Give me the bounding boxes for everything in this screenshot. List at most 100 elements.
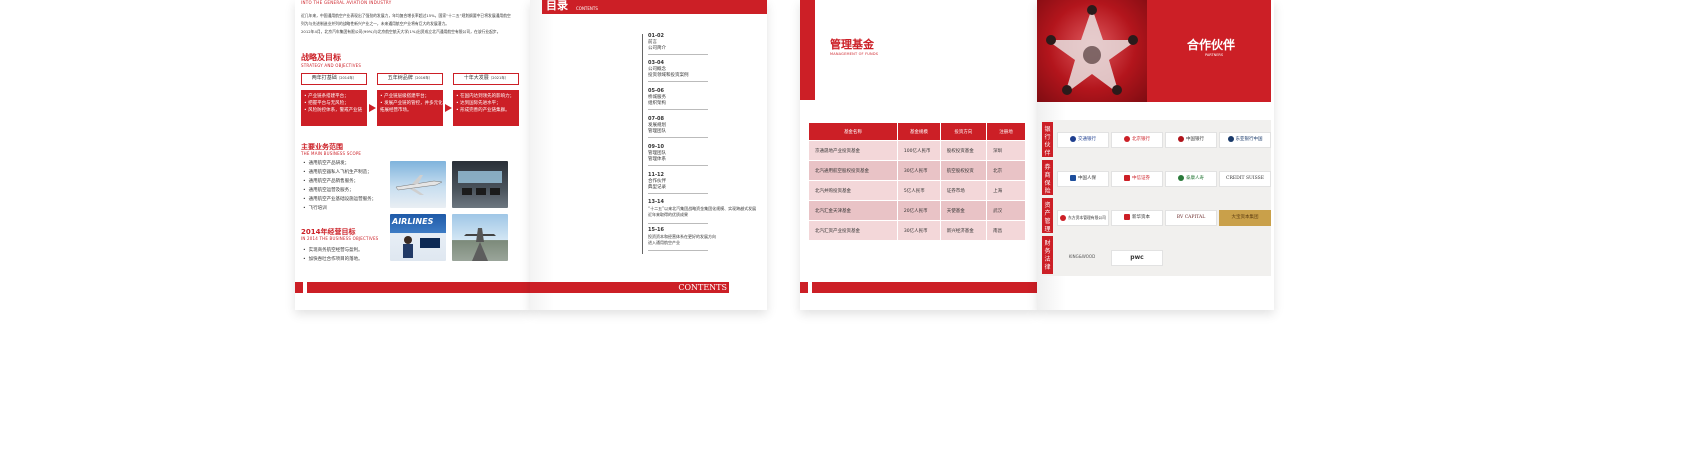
phase-line: • 产业链层级搭建平台；	[380, 94, 430, 99]
bank-logo-icon	[1178, 135, 1184, 142]
column-header: 注册地	[986, 122, 1026, 141]
goal-subtitle: IN 2014 THE BUSINESS OBJECTIVES	[301, 236, 379, 241]
table-cell: 武汉	[986, 200, 1026, 221]
column-header: 投资方向	[939, 122, 988, 141]
scope-item: 通用航空产品销售服务；	[303, 178, 359, 184]
toc-entry-number: 05-06	[648, 88, 664, 94]
phase-title: 五年树品牌	[387, 75, 413, 81]
brochure-page-partners: 合作伙伴 PARTNERS 银行伙伴 交通银行 北京银行 中国银行 东亚银行中国…	[1037, 0, 1274, 310]
table-cell: 深圳	[986, 140, 1026, 161]
toc-entry[interactable]: 11-12 合作伙伴 典型记录	[648, 172, 708, 194]
table-cell: 北汽汇金天津基金	[808, 200, 898, 221]
partner-logo[interactable]: 新华资本	[1111, 210, 1163, 226]
fund-side-bar-thin	[814, 0, 815, 100]
toc-entry-line: 公司简介	[648, 46, 666, 51]
phase-line: • 形成完善的产业链集群。	[456, 108, 510, 113]
partner-logo[interactable]: 中信证券	[1111, 171, 1163, 187]
partner-category-label: 券商保险	[1042, 160, 1053, 195]
scope-item: 通用航空产业基础设施运营服务；	[303, 196, 377, 202]
toc-entry-number: 09-10	[648, 144, 664, 150]
partner-logo-text: 东方资本管理有限公司	[1068, 215, 1106, 220]
partner-category-label: 银行伙伴	[1042, 122, 1053, 157]
table-cell: 北汽汇资产业投资基金	[808, 220, 898, 241]
table-row: 北汽汇金天津基金 20亿人民币 天使基金 武汉	[808, 200, 1026, 221]
column-header: 基金名称	[808, 122, 898, 141]
asset-logo-icon	[1060, 214, 1067, 221]
phase-year: （2016年）	[412, 76, 433, 80]
toc-entry[interactable]: 13-14 “十二五”以来北汽集团战略资金集团化规模、实现跨越式发展 近年来取得…	[648, 199, 760, 220]
toc-entry-number: 07-08	[648, 116, 664, 122]
partner-logo[interactable]: 北京银行	[1111, 132, 1163, 148]
toc-entry[interactable]: 09-10 管理团队 管理体系	[648, 144, 708, 166]
partner-logo[interactable]: 大宝资本集团	[1219, 210, 1271, 226]
partner-logo-text: 交通银行	[1078, 137, 1096, 142]
strategy-title: 战略及目标	[301, 53, 341, 62]
partner-logo[interactable]: pwc	[1111, 250, 1163, 266]
phase-box-3: 十年大发展（2021年）	[453, 73, 519, 85]
phase-line: • 产业链条搭建平台；	[304, 94, 349, 99]
toc-entry-line: 组织架构	[648, 101, 666, 106]
table-cell: 股权投资基金	[939, 140, 988, 161]
table-row: 北汽汇资产业投资基金 30亿人民币 新兴经济基金 南昌	[808, 220, 1026, 241]
toc-entry[interactable]: 07-08 发展规划 管理团队	[648, 116, 708, 138]
phase-detail-3: • 在国内达到领先的影响力； • 达到国际先进水平； • 形成完善的产业链集群。	[453, 90, 519, 126]
toc-entry-number: 01-02	[648, 33, 664, 39]
toc-entry-line: 进入通用航空产业	[648, 240, 680, 245]
partner-logo-text: 东亚银行中国	[1235, 137, 1263, 142]
airplane-photo	[390, 161, 446, 208]
toc-divider	[648, 223, 708, 224]
table-cell: 20亿人民币	[896, 200, 941, 221]
toc-entry-line: 近年来取得的优质成果	[648, 212, 688, 217]
intro-line-3: 2012年4月，北京汽车集团有限公司(99%)与北京航空航天大学(1%)出资成立…	[301, 29, 501, 34]
table-cell: 新兴经济基金	[939, 220, 988, 241]
scope-subtitle: THE MAIN BUSINESS SCOPE	[301, 151, 362, 156]
asset-logo-icon	[1124, 213, 1130, 220]
partner-logo-text: KING&WOOD	[1068, 254, 1096, 259]
toc-entry[interactable]: 15-16 投资资本和经营体系在更好的发展方向 进入通用航空产业	[648, 227, 760, 248]
phase-box-2: 五年树品牌（2016年）	[377, 73, 443, 85]
teamwork-photo	[1037, 0, 1147, 102]
fund-table: 基金名称 基金规模 投资方向 注册地 京通晟地产业投资基金 100亿人民币 股权…	[808, 122, 1026, 241]
table-cell: 北汽并购投资基金	[808, 180, 898, 201]
phase-line: 拓展经营市场。	[380, 108, 412, 113]
table-row: 北汽并购投资基金 5亿人民币 证券市场 上海	[808, 180, 1026, 201]
partner-logo[interactable]: KING&WOOD	[1057, 250, 1107, 264]
table-cell: 南昌	[986, 220, 1026, 241]
goal-item: 加快吞吐合作项目的落地。	[303, 256, 363, 262]
partner-logo[interactable]: 中国银行	[1165, 132, 1217, 148]
column-header: 基金规模	[896, 122, 941, 141]
fund-table-header: 基金名称 基金规模 投资方向 注册地	[808, 122, 1026, 141]
toc-entry-line: 投资领域和投资案例	[648, 73, 689, 78]
toc-entry-number: 13-14	[648, 199, 664, 205]
phase-year: （2014年）	[336, 76, 357, 80]
partner-logo[interactable]: 中国人保	[1057, 171, 1109, 187]
partner-logo-text: 大宝资本集团	[1231, 215, 1259, 220]
partner-category-label: 资产管理	[1042, 198, 1053, 233]
partner-logo-text: CREDIT SUISSE	[1226, 176, 1264, 181]
toc-entry[interactable]: 01-02 前言 公司简介	[648, 33, 708, 55]
partners-title-en: PARTNERS	[1205, 53, 1224, 57]
bank-logo-icon	[1227, 135, 1234, 142]
partner-logo-text: 中国人保	[1078, 176, 1096, 181]
fund-side-bar	[800, 0, 814, 100]
phase-line: • 把握平台与无风险；	[304, 101, 349, 106]
phase-line: • 风险防控体系，警戒产业链	[304, 108, 363, 113]
toc-entry[interactable]: 05-06 桥城服务 组织架构	[648, 88, 708, 110]
partner-logo[interactable]: 泰康人寿	[1165, 171, 1217, 187]
brochure-page-funds: 管理基金 MANAGEMENT OF FUNDS 基金名称 基金规模 投资方向 …	[800, 0, 1037, 310]
partner-logo[interactable]: 交通银行	[1057, 132, 1109, 148]
bank-logo-icon	[1070, 135, 1076, 142]
partner-logo[interactable]: 东方资本管理有限公司	[1057, 210, 1109, 226]
partner-logo-text: 中信证券	[1132, 176, 1150, 181]
fund-title: 管理基金	[830, 38, 874, 51]
table-cell: 证券市场	[939, 180, 988, 201]
footer-bar-left	[800, 282, 808, 293]
partner-logo[interactable]: CREDIT SUISSE	[1219, 171, 1271, 187]
cockpit-photo	[452, 161, 508, 208]
table-cell: 5亿人民币	[896, 180, 941, 201]
partner-logo[interactable]: 东亚银行中国	[1219, 132, 1271, 148]
partner-logo[interactable]: BV CAPITAL	[1165, 210, 1217, 226]
toc-divider	[648, 250, 708, 251]
phase-line: • 达到国际先进水平；	[456, 101, 501, 106]
toc-entry[interactable]: 03-04 公司概念 投资领域和投资案例	[648, 60, 708, 82]
